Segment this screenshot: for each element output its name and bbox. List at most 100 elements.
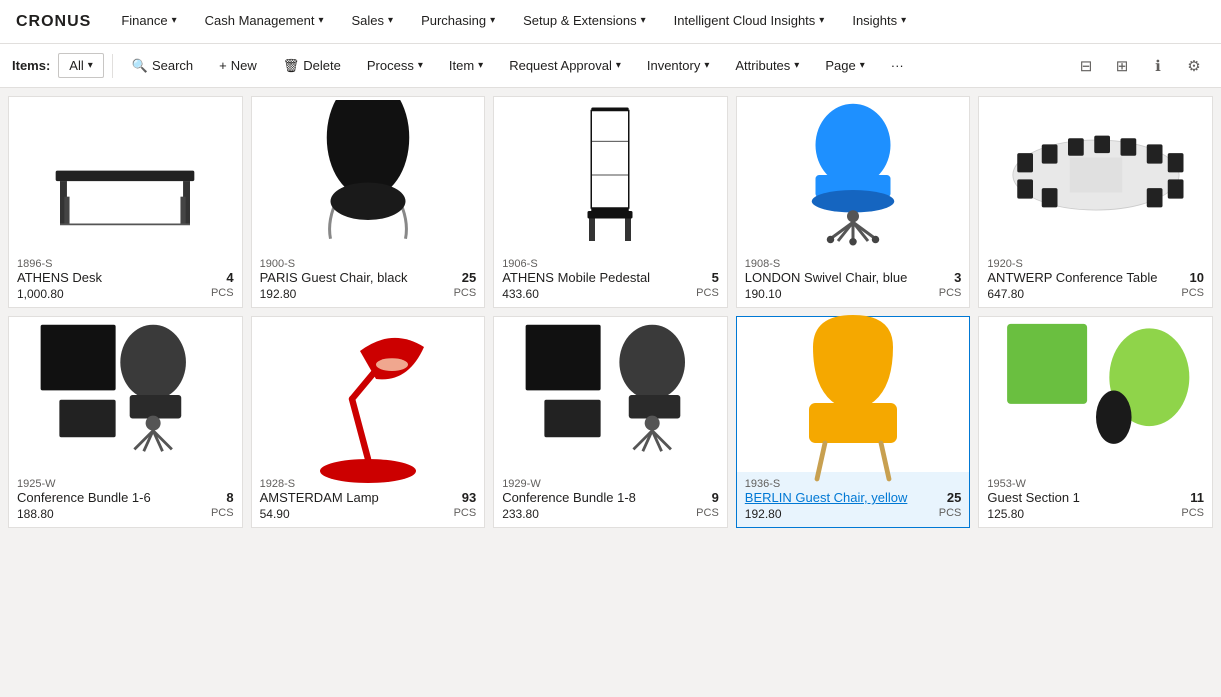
filter-all-button[interactable]: All ▾ <box>58 53 103 78</box>
item-name-row: ATHENS Mobile Pedestal 5 <box>502 270 719 285</box>
item-quantity: 3 <box>954 270 961 285</box>
item-name: BERLIN Guest Chair, yellow <box>745 490 939 505</box>
more-button[interactable]: ··· <box>880 52 915 79</box>
item-quantity: 8 <box>226 490 233 505</box>
item-image <box>9 317 242 472</box>
item-name-row: BERLIN Guest Chair, yellow 25 <box>745 490 962 505</box>
plus-icon: + <box>219 58 227 73</box>
item-name: LONDON Swivel Chair, blue <box>745 270 946 285</box>
item-card[interactable]: ··· 1908-S LONDON Swivel Chair, blue 3 1… <box>736 96 971 308</box>
item-card[interactable]: ··· 1900-S PARIS Guest Chair, black 25 1… <box>251 96 486 308</box>
item-price: 54.90 <box>260 507 290 521</box>
item-card[interactable]: ··· 1920-S ANTWERP Conference Table 10 6… <box>978 96 1213 308</box>
item-price: 1,000.80 <box>17 287 64 301</box>
item-unit: PCS <box>696 287 719 301</box>
info-icon: ℹ <box>1155 57 1161 75</box>
item-quantity: 25 <box>947 490 961 505</box>
inventory-button[interactable]: Inventory ▾ <box>636 52 721 79</box>
chevron-down-icon: ▾ <box>172 15 177 26</box>
search-button[interactable]: 🔍 Search <box>121 52 204 80</box>
item-name-row: Conference Bundle 1-8 9 <box>502 490 719 505</box>
chevron-down-icon: ▾ <box>318 15 323 26</box>
item-quantity: 25 <box>462 270 476 285</box>
toolbar: Items: All ▾ 🔍 Search + New 🗑 Delete Pro… <box>0 44 1221 88</box>
nav-finance[interactable]: Finance ▾ <box>107 0 190 43</box>
item-unit: PCS <box>1181 507 1204 521</box>
item-code: 1920-S <box>987 258 1204 270</box>
item-price: 192.80 <box>745 507 782 521</box>
item-unit: PCS <box>939 287 962 301</box>
item-info: 1896-S ATHENS Desk 4 1,000.80 PCS <box>9 252 242 307</box>
nav-purchasing[interactable]: Purchasing ▾ <box>407 0 509 43</box>
chevron-down-icon: ▾ <box>478 60 483 71</box>
brand-logo: CRONUS <box>8 13 107 31</box>
chevron-down-icon: ▾ <box>388 15 393 26</box>
item-price-row: 233.80 PCS <box>502 507 719 521</box>
item-price-row: 433.60 PCS <box>502 287 719 301</box>
delete-button[interactable]: 🗑 Delete <box>272 52 352 80</box>
item-card[interactable]: ··· 1928-S AMSTERDAM Lamp 93 54.90 PCS <box>251 316 486 528</box>
item-name: Conference Bundle 1-6 <box>17 490 218 505</box>
item-price-row: 54.90 PCS <box>260 507 477 521</box>
view-options-button[interactable]: ⊞ <box>1107 51 1137 81</box>
item-price-row: 188.80 PCS <box>17 507 234 521</box>
nav-cash-management[interactable]: Cash Management ▾ <box>191 0 338 43</box>
item-unit: PCS <box>454 507 477 521</box>
attributes-button[interactable]: Attributes ▾ <box>724 52 810 79</box>
item-price: 233.80 <box>502 507 539 521</box>
item-info: 1920-S ANTWERP Conference Table 10 647.8… <box>979 252 1212 307</box>
request-approval-button[interactable]: Request Approval ▾ <box>498 52 632 79</box>
view-options-icon: ⊞ <box>1116 57 1129 75</box>
item-card[interactable]: ··· 1953-W Guest Section 1 11 125.80 PCS <box>978 316 1213 528</box>
item-code: 1929-W <box>502 478 719 490</box>
item-name-row: Guest Section 1 11 <box>987 490 1204 505</box>
item-card[interactable]: ··· 1929-W Conference Bundle 1-8 9 233.8… <box>493 316 728 528</box>
item-card[interactable]: ··· 1906-S ATHENS Mobile Pedestal 5 433.… <box>493 96 728 308</box>
item-price: 125.80 <box>987 507 1024 521</box>
settings-button[interactable]: ⚙ <box>1179 51 1209 81</box>
item-info: 1929-W Conference Bundle 1-8 9 233.80 PC… <box>494 472 727 527</box>
item-info: 1906-S ATHENS Mobile Pedestal 5 433.60 P… <box>494 252 727 307</box>
item-card[interactable]: ··· 1925-W Conference Bundle 1-6 8 188.8… <box>8 316 243 528</box>
item-code: 1925-W <box>17 478 234 490</box>
chevron-down-icon: ▾ <box>794 60 799 71</box>
item-image <box>737 317 970 472</box>
item-name: PARIS Guest Chair, black <box>260 270 454 285</box>
nav-insights[interactable]: Insights ▾ <box>838 0 920 43</box>
item-quantity: 10 <box>1190 270 1204 285</box>
item-name-row: Conference Bundle 1-6 8 <box>17 490 234 505</box>
info-button[interactable]: ℹ <box>1143 51 1173 81</box>
items-label: Items: <box>12 58 50 73</box>
new-button[interactable]: + New <box>208 52 268 79</box>
item-unit: PCS <box>1181 287 1204 301</box>
toolbar-divider <box>112 54 113 78</box>
nav-intelligent-cloud[interactable]: Intelligent Cloud Insights ▾ <box>660 0 839 43</box>
item-card[interactable]: ··· 1936-S BERLIN Guest Chair, yellow 25… <box>736 316 971 528</box>
filter-icon-button[interactable]: ⊟ <box>1071 51 1101 81</box>
top-navigation: CRONUS Finance ▾ Cash Management ▾ Sales… <box>0 0 1221 44</box>
item-image <box>252 97 485 252</box>
item-name: Guest Section 1 <box>987 490 1182 505</box>
item-unit: PCS <box>211 507 234 521</box>
item-name-row: LONDON Swivel Chair, blue 3 <box>745 270 962 285</box>
filter-icon: ⊟ <box>1080 57 1093 75</box>
item-quantity: 9 <box>712 490 719 505</box>
item-price: 433.60 <box>502 287 539 301</box>
item-quantity: 93 <box>462 490 476 505</box>
item-name-row: AMSTERDAM Lamp 93 <box>260 490 477 505</box>
page-button[interactable]: Page ▾ <box>814 52 875 79</box>
item-code: 1896-S <box>17 258 234 270</box>
nav-setup-extensions[interactable]: Setup & Extensions ▾ <box>509 0 660 43</box>
item-image <box>979 97 1212 252</box>
process-button[interactable]: Process ▾ <box>356 52 434 79</box>
chevron-down-icon: ▾ <box>704 60 709 71</box>
item-button[interactable]: Item ▾ <box>438 52 494 79</box>
item-image <box>979 317 1212 472</box>
item-name: Conference Bundle 1-8 <box>502 490 703 505</box>
item-image <box>494 97 727 252</box>
chevron-down-icon: ▾ <box>641 15 646 26</box>
item-quantity: 5 <box>712 270 719 285</box>
item-card[interactable]: ··· 1896-S ATHENS Desk 4 1,000.80 PCS <box>8 96 243 308</box>
gear-icon: ⚙ <box>1187 57 1200 75</box>
nav-sales[interactable]: Sales ▾ <box>338 0 408 43</box>
